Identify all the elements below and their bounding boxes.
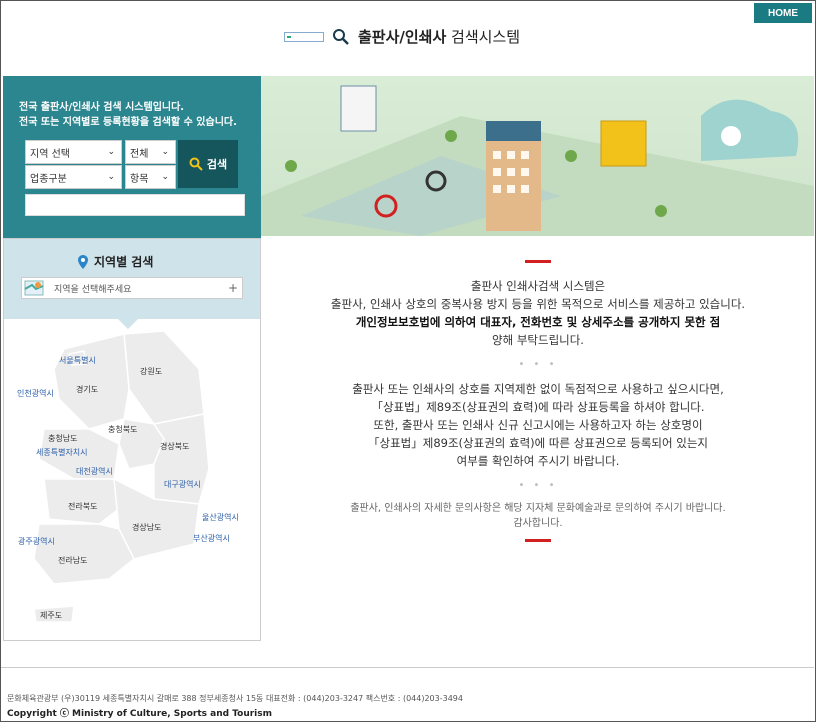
- map-label-sejong[interactable]: 세종특별자치시: [36, 447, 88, 457]
- search-intro: 전국 출판사/인쇄사 검색 시스템입니다. 전국 또는 지역별로 등록현황을 검…: [19, 102, 237, 128]
- notice-line: 출판사 또는 인쇄사의 상호를 지역제한 없이 독점적으로 사용하고 싶으시다면…: [352, 382, 724, 396]
- site-logo[interactable]: 출판사/인쇄사 검색시스템: [284, 26, 520, 47]
- chevron-down-icon: ⌄: [107, 172, 115, 182]
- header-pointer: [118, 319, 138, 329]
- notice-line: 「상표법」제89조(상표권의 효력)에 따라 상표등록을 하셔야 합니다.: [371, 400, 705, 414]
- chevron-down-icon: ⌄: [107, 147, 115, 157]
- magnifier-icon: [333, 28, 349, 45]
- region-gyeonggi: [53, 333, 130, 430]
- map-label-chungnam[interactable]: 충청남도: [48, 434, 77, 443]
- logo-bar-graphic: [284, 31, 324, 42]
- map-icon: [24, 280, 44, 296]
- map-label-jeonbuk[interactable]: 전라북도: [68, 501, 97, 511]
- notice-line: 「상표법」제89조(상표권의 효력)에 따른 상표권으로 등록되어 있는지: [368, 436, 708, 450]
- map-label-chungbuk[interactable]: 충청북도: [108, 425, 137, 434]
- region-gangwon: [123, 330, 205, 425]
- hero-illustration: [261, 76, 814, 236]
- chevron-down-icon: ⌄: [161, 172, 169, 182]
- map-label-jeju[interactable]: 제주도: [40, 611, 62, 620]
- search-button[interactable]: 검색: [178, 140, 238, 188]
- home-button[interactable]: HOME: [754, 3, 812, 23]
- location-pin-icon: [78, 254, 88, 269]
- map-label-gyeongbuk[interactable]: 경상북도: [160, 441, 189, 451]
- inquiry-line: 출판사, 인쇄사의 자세한 문의사항은 해당 지자체 문화예술과로 문의하여 주…: [350, 503, 726, 514]
- map-label-busan[interactable]: 부산광역시: [193, 533, 230, 543]
- map-label-ulsan[interactable]: 울산광역시: [202, 512, 239, 522]
- dots-divider: • • •: [518, 359, 558, 370]
- field-dropdown[interactable]: 항목 ⌄: [125, 165, 176, 189]
- map-label-gwangju[interactable]: 광주광역시: [18, 536, 55, 546]
- city-illustration: [261, 85, 814, 236]
- notice-line: 개인정보보호법에 의하여 대표자, 전화번호 및 상세주소를 공개하지 못한 점: [355, 315, 721, 329]
- business-type-dropdown[interactable]: 업종구분 ⌄: [25, 165, 122, 189]
- site-title: 출판사/인쇄사 검색시스템: [358, 28, 521, 46]
- region-select-field[interactable]: 지역을 선택해주세요 +: [21, 277, 243, 299]
- region-gyeongbuk: [152, 413, 210, 505]
- notice-content: 출판사 인쇄사검색 시스템은 출판사, 인쇄사 상호의 중복사용 방지 등을 위…: [262, 260, 814, 542]
- notice-line: 출판사, 인쇄사 상호의 중복사용 방지 등을 위한 목적으로 서비스를 제공하…: [330, 297, 746, 311]
- map-label-gyeonggi[interactable]: 경기도: [76, 384, 98, 394]
- region-search-header: 지역별 검색 지역을 선택해주세요 +: [4, 239, 260, 319]
- map-label-jeonnam[interactable]: 전라남도: [58, 555, 87, 565]
- notice-line: 또한, 출판사 또는 인쇄사 신규 신고시에는 사용하고자 하는 상호명이: [373, 418, 703, 432]
- footer-copyright: Copyright ⓒ Ministry of Culture, Sports …: [7, 709, 272, 719]
- map-label-incheon[interactable]: 인천광역시: [17, 388, 54, 398]
- search-panel: 전국 출판사/인쇄사 검색 시스템입니다. 전국 또는 지역별로 등록현황을 검…: [3, 76, 261, 238]
- notice-line: 양해 부탁드립니다.: [492, 333, 584, 347]
- map-label-daejeon[interactable]: 대전광역시: [76, 466, 113, 476]
- region-jeonnam: [33, 523, 135, 585]
- notice-line: 출판사 인쇄사검색 시스템은: [470, 279, 606, 293]
- map-label-seoul[interactable]: 서울특별시: [59, 355, 96, 365]
- plus-icon[interactable]: +: [224, 281, 242, 295]
- scope-dropdown[interactable]: 전체 ⌄: [125, 140, 176, 164]
- dots-divider: • • •: [518, 480, 558, 491]
- chevron-down-icon: ⌄: [161, 147, 169, 157]
- notice-line: 여부를 확인하여 주시기 바랍니다.: [456, 454, 620, 468]
- region-search-panel: 지역별 검색 지역을 선택해주세요 + 서울특별시 강원도 인천광역시 경기도 …: [3, 238, 261, 641]
- red-divider: [525, 539, 551, 542]
- keyword-input[interactable]: [25, 194, 245, 216]
- footer-divider: [1, 667, 814, 668]
- search-icon: [189, 157, 203, 171]
- map-label-daegu[interactable]: 대구광역시: [164, 479, 201, 489]
- region-dropdown[interactable]: 지역 선택 ⌄: [25, 140, 122, 164]
- map-label-gangwon[interactable]: 강원도: [140, 366, 162, 376]
- korea-map[interactable]: 서울특별시 강원도 인천광역시 경기도 충청북도 충청남도 세종특별자치시 경상…: [4, 329, 260, 639]
- thanks-line: 감사합니다.: [513, 518, 563, 529]
- region-search-title: 지역별 검색: [78, 253, 153, 270]
- map-label-gyeongnam[interactable]: 경상남도: [132, 522, 161, 532]
- footer-address: 문화체육관광부 (우)30119 세종특별자치시 갈매로 388 정부세종청사 …: [7, 694, 463, 703]
